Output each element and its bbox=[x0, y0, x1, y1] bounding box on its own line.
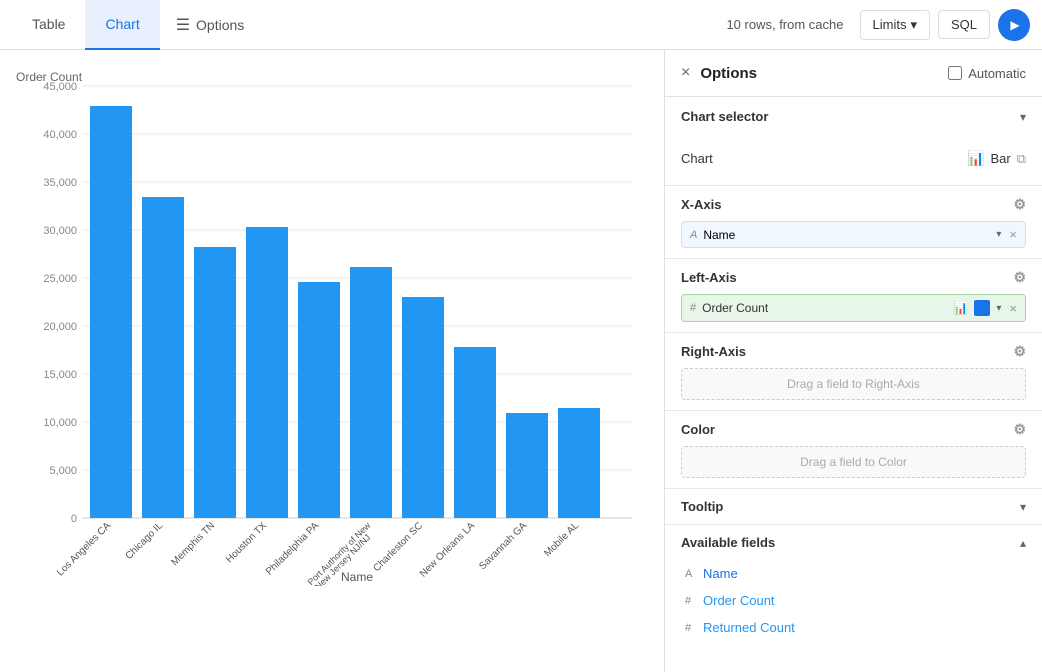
copy-icon[interactable]: ⧉ bbox=[1017, 151, 1026, 167]
fields-list: A Name # Order Count # Returned Count bbox=[681, 560, 1026, 641]
bar-4 bbox=[298, 282, 340, 518]
svg-text:Savannah GA: Savannah GA bbox=[477, 520, 529, 572]
automatic-checkbox-label[interactable]: Automatic bbox=[948, 66, 1026, 81]
bar-8 bbox=[506, 413, 548, 518]
svg-text:0: 0 bbox=[71, 513, 77, 525]
available-fields-label: Available fields bbox=[681, 535, 1020, 550]
svg-text:Houston TX: Houston TX bbox=[224, 520, 269, 565]
sql-button[interactable]: SQL bbox=[938, 10, 990, 39]
bar-chart: 45,000 40,000 35,000 30,000 25,000 20,00 bbox=[16, 66, 648, 586]
content-area: Order Count 45,000 40,000 35,000 30,000 bbox=[0, 50, 1042, 672]
right-axis-label-row: Right-Axis ⚙ bbox=[681, 343, 1026, 360]
svg-text:35,000: 35,000 bbox=[43, 177, 77, 189]
left-axis-dropdown-icon[interactable]: ▾ bbox=[996, 303, 1001, 314]
chart-type-row: Chart 📊 Bar ⧉ bbox=[681, 144, 1026, 173]
field-item-name[interactable]: A Name bbox=[681, 560, 1026, 587]
x-axis-labels: Los Angeles CA Chicago IL Memphis TN Hou… bbox=[55, 520, 581, 586]
tooltip-header[interactable]: Tooltip ▾ bbox=[681, 499, 1026, 514]
left-axis-settings-icon[interactable]: ⚙ bbox=[1013, 269, 1026, 286]
cache-info: 10 rows, from cache bbox=[726, 17, 843, 32]
svg-text:30,000: 30,000 bbox=[43, 225, 77, 237]
toolbar: Table Chart ☰ Options 10 rows, from cach… bbox=[0, 0, 1042, 50]
available-fields-header[interactable]: Available fields ▴ bbox=[681, 535, 1026, 550]
tooltip-label: Tooltip bbox=[681, 499, 1020, 514]
svg-text:Philadelphia PA: Philadelphia PA bbox=[264, 520, 321, 577]
available-fields-section: Available fields ▴ A Name # Order Count … bbox=[665, 525, 1042, 651]
x-axis-remove-icon[interactable]: × bbox=[1009, 227, 1017, 242]
bar-0 bbox=[90, 106, 132, 518]
svg-text:New Orleans LA: New Orleans LA bbox=[418, 520, 477, 579]
bar-7 bbox=[454, 347, 496, 518]
chart-selector-toggle-icon: ▾ bbox=[1020, 110, 1026, 124]
chevron-down-icon: ▾ bbox=[910, 17, 917, 33]
svg-text:Charleston SC: Charleston SC bbox=[371, 520, 425, 574]
x-axis-field-tag: A Name ▾ × bbox=[681, 221, 1026, 248]
tooltip-section: Tooltip ▾ bbox=[665, 489, 1042, 525]
chart-selector-label: Chart selector bbox=[681, 109, 1020, 124]
color-settings-icon[interactable]: ⚙ bbox=[1013, 421, 1026, 438]
chart-selector-section: Chart selector ▾ Chart 📊 Bar ⧉ bbox=[665, 97, 1042, 186]
left-axis-section: Left-Axis ⚙ # Order Count 📊 ▾ × bbox=[665, 259, 1042, 333]
chart-selector-header[interactable]: Chart selector ▾ bbox=[665, 97, 1042, 136]
left-axis-remove-icon[interactable]: × bbox=[1009, 301, 1017, 316]
right-axis-section: Right-Axis ⚙ Drag a field to Right-Axis bbox=[665, 333, 1042, 411]
tooltip-toggle-icon: ▾ bbox=[1020, 500, 1026, 514]
svg-text:Memphis TN: Memphis TN bbox=[169, 520, 217, 568]
options-icon: ☰ bbox=[176, 15, 190, 35]
chart-area: Order Count 45,000 40,000 35,000 30,000 bbox=[0, 50, 664, 672]
options-button[interactable]: ☰ Options bbox=[160, 0, 261, 50]
left-axis-chart-icon: 📊 bbox=[953, 301, 968, 315]
run-button[interactable]: ▶ bbox=[998, 9, 1030, 41]
x-axis-title: Name bbox=[341, 570, 373, 584]
bar-9 bbox=[558, 408, 600, 518]
bar-3 bbox=[246, 227, 288, 518]
chart-type-label: Chart bbox=[681, 151, 967, 166]
x-axis-label-row: X-Axis ⚙ bbox=[681, 196, 1026, 213]
limits-button[interactable]: Limits ▾ bbox=[860, 10, 930, 40]
bar-5 bbox=[350, 267, 392, 518]
x-axis-settings-icon[interactable]: ⚙ bbox=[1013, 196, 1026, 213]
svg-text:5,000: 5,000 bbox=[49, 465, 77, 477]
chart-type-value: 📊 Bar ⧉ bbox=[967, 150, 1026, 167]
x-axis-dropdown-icon[interactable]: ▾ bbox=[996, 229, 1001, 240]
right-axis-settings-icon[interactable]: ⚙ bbox=[1013, 343, 1026, 360]
color-label-row: Color ⚙ bbox=[681, 421, 1026, 438]
left-axis-label-row: Left-Axis ⚙ bbox=[681, 269, 1026, 286]
svg-text:10,000: 10,000 bbox=[43, 417, 77, 429]
svg-text:Chicago IL: Chicago IL bbox=[124, 520, 166, 562]
table-tab[interactable]: Table bbox=[12, 0, 85, 50]
svg-text:40,000: 40,000 bbox=[43, 129, 77, 141]
svg-text:20,000: 20,000 bbox=[43, 321, 77, 333]
available-fields-toggle-icon: ▴ bbox=[1020, 536, 1026, 550]
bar-2 bbox=[194, 247, 236, 518]
field-item-order-count[interactable]: # Order Count bbox=[681, 587, 1026, 614]
left-axis-color-dot[interactable] bbox=[974, 300, 990, 316]
chart-tab[interactable]: Chart bbox=[85, 0, 159, 50]
bar-chart-icon: 📊 bbox=[967, 150, 984, 167]
play-icon: ▶ bbox=[1010, 18, 1019, 32]
bar-1 bbox=[142, 197, 184, 518]
options-panel: × Options Automatic Chart selector ▾ Cha… bbox=[664, 50, 1042, 672]
right-axis-placeholder: Drag a field to Right-Axis bbox=[681, 368, 1026, 400]
panel-header: × Options Automatic bbox=[665, 50, 1042, 97]
x-axis-section: X-Axis ⚙ A Name ▾ × bbox=[665, 186, 1042, 259]
svg-text:Los Angeles CA: Los Angeles CA bbox=[55, 520, 113, 578]
y-axis-label: Order Count bbox=[16, 70, 82, 84]
left-axis-field-tag: # Order Count 📊 ▾ × bbox=[681, 294, 1026, 322]
chart-selector-content: Chart 📊 Bar ⧉ bbox=[665, 136, 1042, 185]
close-icon[interactable]: × bbox=[681, 64, 690, 82]
bar-6 bbox=[402, 297, 444, 518]
svg-text:15,000: 15,000 bbox=[43, 369, 77, 381]
chart-type-name: Bar bbox=[990, 151, 1010, 166]
automatic-checkbox[interactable] bbox=[948, 66, 962, 80]
color-placeholder: Drag a field to Color bbox=[681, 446, 1026, 478]
svg-text:25,000: 25,000 bbox=[43, 273, 77, 285]
color-section: Color ⚙ Drag a field to Color bbox=[665, 411, 1042, 489]
field-item-returned-count[interactable]: # Returned Count bbox=[681, 614, 1026, 641]
panel-title: Options bbox=[700, 65, 938, 82]
svg-text:Mobile AL: Mobile AL bbox=[542, 520, 581, 559]
